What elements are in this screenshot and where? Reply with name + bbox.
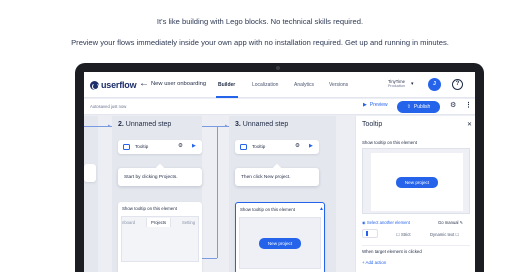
when-clicked-label: When target element is clicked [362, 249, 422, 254]
tooltip-card-label: Tooltip [252, 144, 266, 149]
logo-icon [90, 80, 99, 90]
step-connector [202, 258, 217, 259]
flow-name[interactable]: New user onboarding [151, 81, 206, 87]
camera-icon [276, 66, 280, 70]
tab-localization[interactable]: Localization [252, 82, 278, 88]
strict-checkbox[interactable]: ☐ Strict [396, 232, 410, 237]
tooltip-card[interactable]: Tooltip ⚙ ▶ [235, 140, 319, 154]
tooltip-icon [240, 144, 247, 150]
tab-analytics[interactable]: Analytics [294, 82, 314, 88]
back-arrow-icon[interactable]: ← [139, 78, 149, 89]
element-preview[interactable]: New project [362, 148, 470, 214]
add-action-button[interactable]: + Add action [362, 260, 386, 265]
tooltip-settings-panel: Tooltip ✕ Show tooltip on this element N… [355, 116, 475, 272]
target-element-card[interactable]: Show tooltip on this element nboard Proj… [118, 202, 202, 272]
logo-text: userflow [101, 80, 137, 90]
expand-icon[interactable]: ▲ [319, 206, 324, 212]
go-manual-link[interactable]: Go manual ✎ [438, 220, 463, 225]
show-tooltip-label: Show tooltip on this element [240, 207, 295, 212]
connector-arrow-icon: ▸ [108, 123, 111, 129]
tooltip-card[interactable]: Tooltip ⚙ ▶ [118, 140, 202, 154]
publish-icon: ⇧ [406, 104, 411, 110]
hero-description: Preview your flows immediately inside yo… [71, 38, 449, 47]
dynamic-text-checkbox[interactable]: Dynamic text ☐ [430, 232, 459, 237]
tooltip-bubble[interactable]: Start by clicking Projects. [118, 168, 202, 186]
userflow-logo[interactable]: userflow [90, 80, 137, 90]
gear-icon[interactable]: ⚙ [178, 143, 183, 149]
new-project-button-preview: New project [396, 177, 438, 188]
divider [362, 245, 470, 246]
tab-versions[interactable]: Versions [329, 82, 348, 88]
show-tooltip-label: Show tooltip on this element [362, 140, 417, 145]
go-manual-label: Go manual [438, 220, 459, 225]
select-element-label: Select another element [366, 220, 410, 225]
checkbox-icon: ☐ [396, 232, 400, 237]
connector-arrow-icon: ▸ [225, 123, 228, 129]
gear-icon[interactable]: ⚙ [295, 143, 300, 149]
partial-card [84, 164, 96, 182]
step-header[interactable]: 2. Unnamed step [118, 121, 171, 128]
preview-label: Preview [369, 102, 388, 108]
select-element-link[interactable]: ◉ Select another element [362, 220, 410, 225]
publish-label: Publish [413, 104, 431, 110]
play-icon[interactable]: ▶ [192, 143, 196, 149]
step-title: Unnamed step [125, 121, 172, 128]
environment-selector[interactable]: TinyTime Production [388, 79, 405, 89]
play-icon: ▶ [363, 102, 367, 108]
step-column: 3. Unnamed step Tooltip ⚙ ▶ Then click N… [229, 116, 336, 272]
element-preview-frame: New project [371, 153, 463, 211]
play-icon[interactable]: ▶ [309, 143, 313, 149]
chevron-down-icon[interactable]: ▾ [411, 81, 414, 87]
strict-label: Strict [400, 232, 411, 237]
preview-button[interactable]: ▶ Preview [363, 102, 388, 108]
step-column: 2. Unnamed step Tooltip ⚙ ▶ Start by cli… [112, 116, 202, 272]
dynamic-text-label: Dynamic text [430, 232, 455, 237]
app-subbar: Autosaved just now ▶ Preview ⇧ Publish ⚙… [84, 99, 475, 115]
laptop-frame: userflow ← New user onboarding Builder L… [75, 63, 484, 272]
more-options-icon[interactable]: ⋮ [465, 101, 472, 109]
step-header[interactable]: 3. Unnamed step [235, 121, 288, 128]
app-screen: userflow ← New user onboarding Builder L… [84, 72, 475, 272]
environment-sub: Production [388, 84, 406, 88]
active-tab-indicator [216, 96, 238, 98]
placement-toggle[interactable] [362, 229, 378, 238]
tooltip-bubble[interactable]: Then click New project. [235, 168, 319, 186]
tooltip-card-label: Tooltip [135, 144, 149, 149]
target-element-card[interactable]: Show tooltip on this element ▲ New proje… [235, 202, 325, 272]
element-screenshot: New project [239, 217, 321, 269]
help-icon[interactable]: ? [452, 79, 463, 90]
tooltip-icon [123, 144, 130, 150]
mini-tab: Setting [182, 220, 196, 225]
flow-canvas[interactable]: ▸ 2. Unnamed step Tooltip ⚙ ▶ Start by c… [84, 116, 352, 272]
close-icon[interactable]: ✕ [467, 121, 472, 128]
checkbox-icon: ☐ [455, 232, 460, 237]
tab-builder[interactable]: Builder [218, 82, 235, 88]
element-screenshot: nboard Projects Setting [121, 216, 199, 262]
avatar[interactable]: J [428, 78, 441, 91]
publish-button[interactable]: ⇧ Publish [397, 101, 440, 113]
autosave-status: Autosaved just now [90, 104, 127, 109]
panel-title: Tooltip [362, 121, 383, 128]
step-column-partial [84, 116, 98, 272]
gear-icon[interactable]: ⚙ [450, 101, 456, 109]
app-topbar: userflow ← New user onboarding Builder L… [84, 72, 475, 98]
step-connector-vertical [217, 126, 218, 258]
mini-tab-active: Projects [146, 218, 172, 227]
hero-tagline: It's like building with Lego blocks. No … [156, 17, 364, 26]
step-number: 2. [118, 121, 124, 128]
step-number: 3. [235, 121, 241, 128]
show-tooltip-label: Show tooltip on this element [122, 206, 177, 211]
step-title: Unnamed step [242, 121, 289, 128]
edit-icon: ✎ [459, 220, 464, 225]
new-project-button-preview: New project [259, 238, 301, 249]
mini-tab: nboard [122, 220, 136, 225]
